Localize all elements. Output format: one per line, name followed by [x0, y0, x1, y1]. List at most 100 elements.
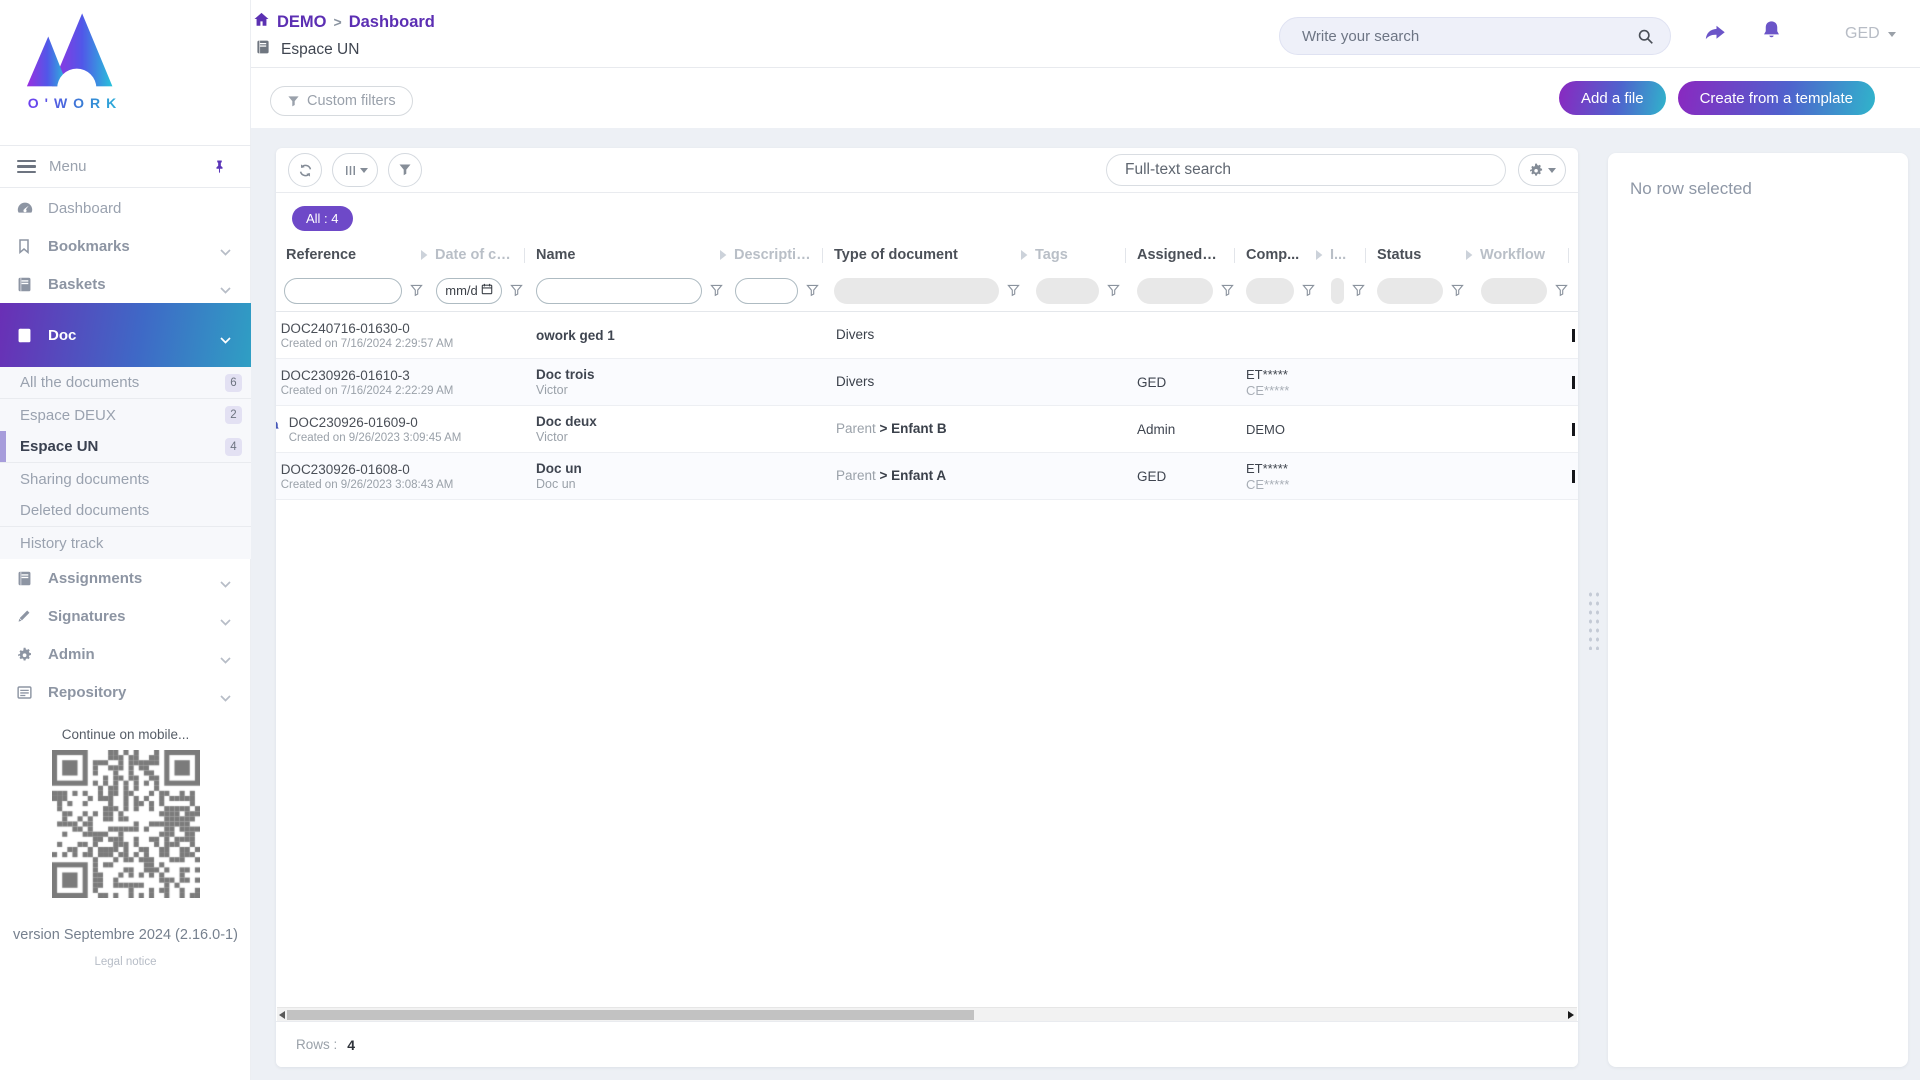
column-header-name[interactable]: Name — [524, 240, 719, 270]
column-header-comp-[interactable]: Comp... — [1234, 240, 1315, 270]
sidebar-subitem-sharing-documents[interactable]: Sharing documents — [0, 463, 251, 495]
column-header-i-[interactable]: I... — [1315, 240, 1365, 270]
legal-notice-link[interactable]: Legal notice — [0, 956, 251, 968]
funnel-filter-icon[interactable] — [510, 284, 523, 297]
cell: DOC240716-01630-0 Created on 7/16/2024 2:… — [276, 312, 454, 358]
cell — [1365, 453, 1465, 499]
hamburger-menu-icon[interactable] — [17, 157, 36, 177]
all-count-chip[interactable]: All : 4 — [292, 206, 353, 231]
menu-label: Menu — [49, 158, 87, 175]
sidebar-item-label: Baskets — [48, 275, 106, 293]
table-row[interactable]: DOC230926-01608-0 Created on 9/26/2023 3:… — [276, 453, 1578, 500]
sidebar-item-assignments[interactable]: Assignments — [0, 559, 251, 597]
table-footer: Rows : 4 — [276, 1021, 1578, 1067]
page-subtitle: Espace UN — [281, 40, 360, 58]
column-header-workflow[interactable]: Workflow — [1465, 240, 1568, 270]
clipped-cell-text — [1572, 375, 1575, 389]
sidebar-subitem-history-track[interactable]: History track — [0, 527, 251, 559]
search-icon[interactable] — [1637, 28, 1654, 45]
sidebar-item-label: Signatures — [48, 607, 126, 625]
sidebar-item-doc[interactable]: Doc — [0, 303, 251, 367]
funnel-filter-icon[interactable] — [1555, 284, 1568, 297]
sidebar-item-repository[interactable]: Repository — [0, 673, 251, 711]
create-from-template-button[interactable]: Create from a template — [1677, 81, 1875, 115]
breadcrumb-current[interactable]: Dashboard — [349, 13, 435, 32]
column-header-date-of-cr-[interactable]: Date of cr... — [420, 240, 524, 270]
pin-sidebar-icon[interactable] — [212, 159, 227, 179]
notifications-bell-icon[interactable] — [1760, 19, 1783, 42]
funnel-filter-icon[interactable] — [1352, 284, 1365, 297]
sidebar-item-baskets[interactable]: Baskets — [0, 265, 251, 303]
user-menu[interactable]: GED — [1845, 25, 1896, 43]
cell — [1568, 453, 1578, 499]
column-header-tags[interactable]: Tags — [1020, 240, 1125, 270]
filter-cell — [276, 277, 423, 304]
sort-arrow-icon[interactable] — [1465, 250, 1473, 260]
scroll-right-arrow-icon[interactable] — [1568, 1011, 1574, 1019]
filter-input[interactable] — [735, 277, 798, 304]
breadcrumb-root[interactable]: DEMO — [277, 13, 327, 32]
panel-resize-handle[interactable] — [1586, 588, 1600, 650]
add-file-button[interactable]: Add a file — [1559, 81, 1666, 115]
funnel-filter-icon[interactable] — [1302, 284, 1315, 297]
column-header-reference[interactable]: Reference — [276, 240, 420, 270]
sidebar-item-dashboard[interactable]: Dashboard — [0, 189, 251, 227]
sort-arrow-icon[interactable] — [420, 250, 428, 260]
table-row[interactable]: DOC240716-01630-0 Created on 7/16/2024 2:… — [276, 312, 1578, 359]
sort-arrow-icon[interactable] — [1315, 250, 1323, 260]
calendar-icon[interactable] — [481, 283, 493, 298]
funnel-filter-icon[interactable] — [1107, 284, 1120, 297]
sidebar-menu-row: Menu — [0, 145, 251, 188]
sidebar-subitem-espace-un[interactable]: Espace UN 4 — [0, 431, 251, 463]
table-settings-button[interactable] — [1518, 154, 1566, 186]
column-header-assigned-t-[interactable]: Assigned t... — [1125, 240, 1234, 270]
sort-arrow-icon[interactable] — [719, 250, 727, 260]
sidebar-subitem-espace-deux[interactable]: Espace DEUX 2 — [0, 399, 251, 431]
filter-input[interactable] — [284, 277, 402, 304]
sidebar-item-signatures[interactable]: Signatures — [0, 597, 251, 635]
horizontal-scrollbar[interactable] — [277, 1007, 1577, 1021]
scrollbar-thumb[interactable] — [287, 1010, 974, 1020]
fulltext-search-input[interactable] — [1125, 161, 1505, 179]
table-row[interactable]: DOC230926-01610-3 Created on 7/16/2024 2:… — [276, 359, 1578, 406]
filter-cell — [719, 277, 822, 304]
scroll-left-arrow-icon[interactable] — [279, 1011, 285, 1019]
sort-arrow-icon[interactable] — [1020, 250, 1028, 260]
custom-filters-button[interactable]: Custom filters — [270, 86, 413, 116]
document-name: Doc un — [536, 461, 582, 476]
column-label: Tags — [1035, 247, 1068, 263]
book-icon — [16, 327, 38, 344]
filter-cell — [822, 277, 1020, 304]
column-header-description[interactable]: Description — [719, 240, 822, 270]
share-icon[interactable] — [1703, 21, 1727, 45]
sidebar-subitem-all-the-documents[interactable]: All the documents 6 — [0, 367, 251, 399]
cell: ET***** CE***** — [1234, 453, 1315, 499]
column-header-status[interactable]: Status — [1365, 240, 1465, 270]
cell — [1125, 312, 1234, 358]
refresh-button[interactable] — [288, 153, 322, 187]
filter-date-input[interactable]: mm/d — [436, 277, 502, 304]
filter-button[interactable] — [388, 153, 422, 187]
funnel-filter-icon[interactable] — [1007, 284, 1020, 297]
global-search-input[interactable] — [1302, 27, 1637, 45]
chevron-down-icon — [220, 281, 231, 299]
subitem-label: Sharing documents — [20, 470, 150, 488]
filter-input[interactable] — [536, 277, 702, 304]
funnel-filter-icon[interactable] — [1221, 284, 1234, 297]
funnel-filter-icon[interactable] — [1451, 284, 1464, 297]
column-header-y[interactable]: Y — [1568, 240, 1578, 270]
filter-cell — [524, 277, 723, 304]
sidebar-item-admin[interactable]: Admin — [0, 635, 251, 673]
home-icon[interactable] — [253, 11, 270, 33]
columns-button[interactable] — [332, 153, 378, 187]
subitem-label: All the documents — [20, 374, 140, 391]
filter-disabled — [1331, 277, 1344, 304]
sidebar-subitem-deleted-documents[interactable]: Deleted documents — [0, 495, 251, 527]
sidebar-nav: Dashboard Bookmarks Baskets Doc All the docu… — [0, 189, 251, 711]
document-name: Doc trois — [536, 367, 595, 382]
sidebar-item-bookmarks[interactable]: Bookmarks — [0, 227, 251, 265]
table-row[interactable]: wDOC230926-01609-0Created on 9/26/2023 3… — [276, 406, 1578, 453]
funnel-filter-icon[interactable] — [806, 284, 819, 297]
cell — [1568, 359, 1578, 405]
column-header-type-of-document[interactable]: Type of document — [822, 240, 1020, 270]
